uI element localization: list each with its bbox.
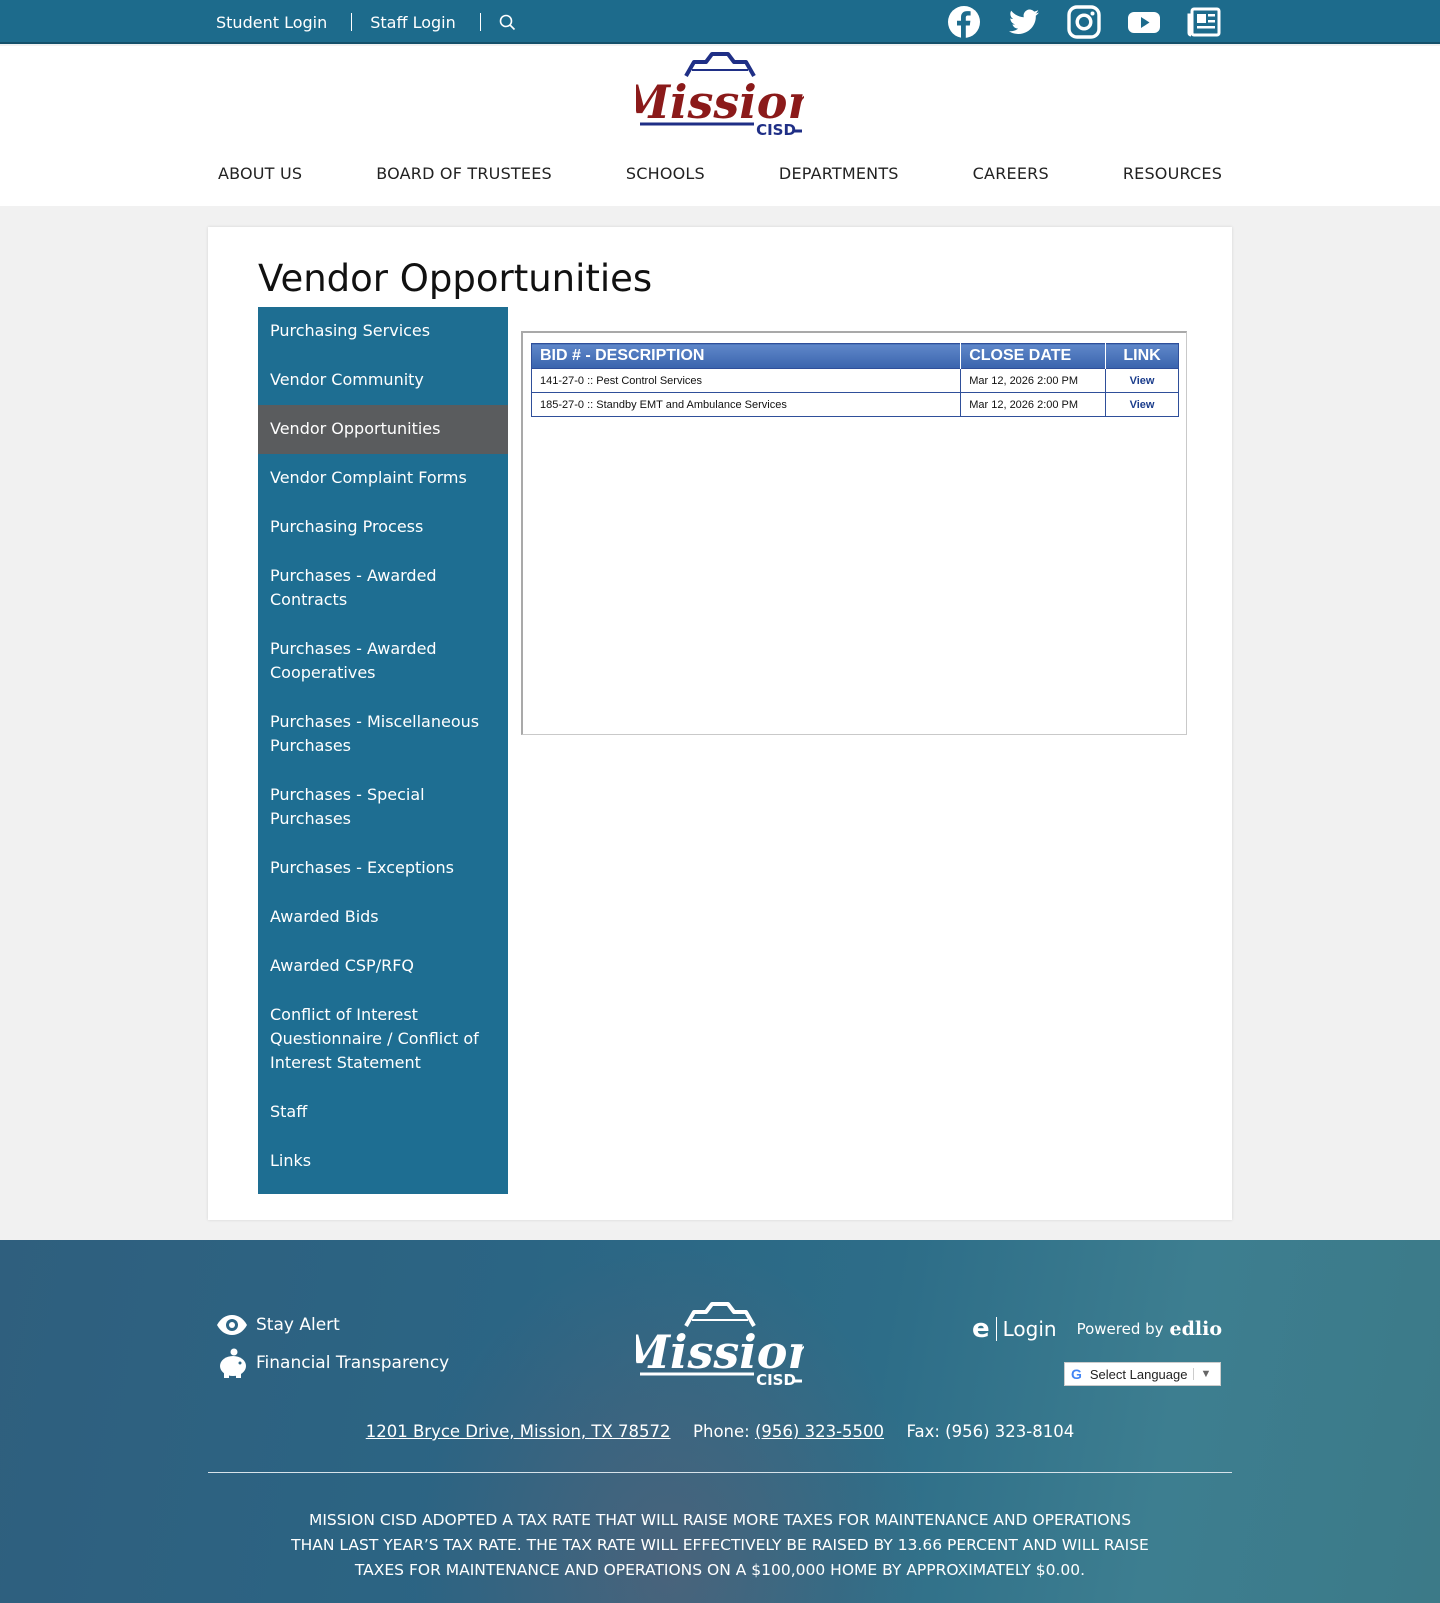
svg-text:CISD: CISD: [756, 121, 796, 139]
nav-careers[interactable]: CAREERS: [973, 164, 1049, 183]
section-sidebar: Purchasing Services Vendor Community Ven…: [258, 307, 508, 1194]
sidebar-item-awarded-contracts[interactable]: Purchases - Awarded Contracts: [258, 552, 508, 625]
nav-resources[interactable]: RESOURCES: [1123, 164, 1222, 183]
edlio-login-area: e Login Powered by edlio: [972, 1314, 1222, 1344]
sidebar-item-purchasing-process[interactable]: Purchasing Process: [258, 503, 508, 552]
stay-alert-label: Stay Alert: [256, 1315, 340, 1335]
sidebar-item-vendor-community[interactable]: Vendor Community: [258, 356, 508, 405]
bid-view-link[interactable]: View: [1105, 368, 1179, 393]
divider: [995, 1317, 997, 1341]
edlio-icon: e: [971, 1314, 990, 1344]
facebook-icon[interactable]: [947, 5, 981, 39]
language-selector-label: Select Language: [1089, 1366, 1188, 1382]
piggy-bank-icon: [216, 1348, 248, 1378]
bids-table: BID # - DESCRIPTION CLOSE DATE LINK 141-…: [531, 343, 1179, 417]
table-row: 141-27-0 :: Pest Control Services Mar 12…: [531, 368, 1179, 393]
content-card: Vendor Opportunities Purchasing Services…: [208, 227, 1232, 1220]
powered-by-label: Powered by: [1076, 1320, 1164, 1338]
language-selector[interactable]: G Select Language ▼: [1064, 1362, 1221, 1386]
address-link[interactable]: 1201 Bryce Drive, Mission, TX 78572: [366, 1422, 671, 1441]
divider: [351, 13, 353, 31]
financial-transparency-label: Financial Transparency: [256, 1353, 450, 1373]
staff-login-link[interactable]: Staff Login: [370, 13, 456, 32]
search-icon[interactable]: [499, 14, 516, 31]
bid-description: 185-27-0 :: Standby EMT and Ambulance Se…: [531, 392, 962, 417]
sidebar-item-special-purchases[interactable]: Purchases - Special Purchases: [258, 771, 508, 844]
tax-rate-notice: MISSION CISD ADOPTED A TAX RATE THAT WIL…: [291, 1511, 1149, 1579]
footer-quick-links: Stay Alert Financial Transparency: [216, 1306, 449, 1382]
sidebar-item-awarded-bids[interactable]: Awarded Bids: [258, 893, 508, 942]
column-header-close-date: CLOSE DATE: [960, 343, 1107, 369]
bid-close-date: Mar 12, 2026 2:00 PM: [960, 392, 1107, 417]
sidebar-item-purchasing-services[interactable]: Purchasing Services: [258, 307, 508, 356]
youtube-icon[interactable]: [1127, 5, 1161, 39]
nav-departments[interactable]: DEPARTMENTS: [779, 164, 899, 183]
table-row: 185-27-0 :: Standby EMT and Ambulance Se…: [531, 392, 1179, 417]
bid-view-link[interactable]: View: [1105, 392, 1179, 417]
nav-schools[interactable]: SCHOOLS: [626, 164, 705, 183]
sidebar-item-exceptions[interactable]: Purchases - Exceptions: [258, 844, 508, 893]
sidebar-item-conflict-of-interest[interactable]: Conflict of Interest Questionnaire / Con…: [258, 991, 508, 1088]
newspaper-icon[interactable]: [1187, 5, 1221, 39]
edlio-logo[interactable]: edlio: [1170, 1318, 1222, 1340]
sidebar-item-vendor-complaint-forms[interactable]: Vendor Complaint Forms: [258, 454, 508, 503]
bid-close-date: Mar 12, 2026 2:00 PM: [960, 368, 1107, 393]
fax-number: Fax: (956) 323-8104: [906, 1422, 1075, 1441]
main-navigation: ABOUT US BOARD OF TRUSTEES SCHOOLS DEPAR…: [0, 164, 1440, 183]
column-header-description: BID # - DESCRIPTION: [531, 343, 962, 369]
nav-board-of-trustees[interactable]: BOARD OF TRUSTEES: [376, 164, 552, 183]
footer-divider: [208, 1472, 1232, 1473]
site-footer: Stay Alert Financial Transparency Missio…: [0, 1240, 1440, 1603]
social-links: [947, 5, 1221, 39]
stay-alert-link[interactable]: Stay Alert: [216, 1306, 449, 1344]
dropdown-arrow-icon: ▼: [1193, 1368, 1211, 1380]
divider: [479, 13, 481, 31]
twitter-icon[interactable]: [1007, 5, 1041, 39]
edlio-login-link[interactable]: Login: [1003, 1317, 1057, 1341]
footer-logo[interactable]: Mission CISD: [617, 1302, 821, 1392]
district-logo[interactable]: Mission CISD: [617, 52, 821, 142]
site-header: Mission CISD ABOUT US BOARD OF TRUSTEES …: [0, 46, 1440, 206]
utility-links: Student Login Staff Login: [216, 0, 516, 44]
sidebar-item-links[interactable]: Links: [258, 1137, 508, 1186]
eye-icon: [216, 1311, 248, 1339]
bids-embed-frame: BID # - DESCRIPTION CLOSE DATE LINK 141-…: [521, 331, 1187, 735]
student-login-link[interactable]: Student Login: [216, 13, 327, 32]
google-icon: G: [1071, 1366, 1082, 1382]
column-header-link: LINK: [1105, 343, 1179, 369]
nav-about-us[interactable]: ABOUT US: [218, 164, 302, 183]
sidebar-item-staff[interactable]: Staff: [258, 1088, 508, 1137]
contact-info: 1201 Bryce Drive, Mission, TX 78572 Phon…: [0, 1422, 1440, 1441]
svg-text:CISD: CISD: [756, 1371, 796, 1389]
table-header-row: BID # - DESCRIPTION CLOSE DATE LINK: [531, 343, 1179, 369]
page-title: Vendor Opportunities: [258, 257, 653, 300]
sidebar-item-miscellaneous-purchases[interactable]: Purchases - Miscellaneous Purchases: [258, 698, 508, 771]
phone-label: Phone:: [693, 1422, 750, 1441]
utility-bar: Student Login Staff Login: [0, 0, 1440, 44]
financial-transparency-link[interactable]: Financial Transparency: [216, 1344, 449, 1382]
sidebar-item-vendor-opportunities[interactable]: Vendor Opportunities: [258, 405, 508, 454]
sidebar-item-awarded-csp-rfq[interactable]: Awarded CSP/RFQ: [258, 942, 508, 991]
sidebar-item-awarded-cooperatives[interactable]: Purchases - Awarded Cooperatives: [258, 625, 508, 698]
instagram-icon[interactable]: [1067, 5, 1101, 39]
phone-link[interactable]: (956) 323-5500: [755, 1422, 884, 1441]
bid-description: 141-27-0 :: Pest Control Services: [531, 368, 962, 393]
